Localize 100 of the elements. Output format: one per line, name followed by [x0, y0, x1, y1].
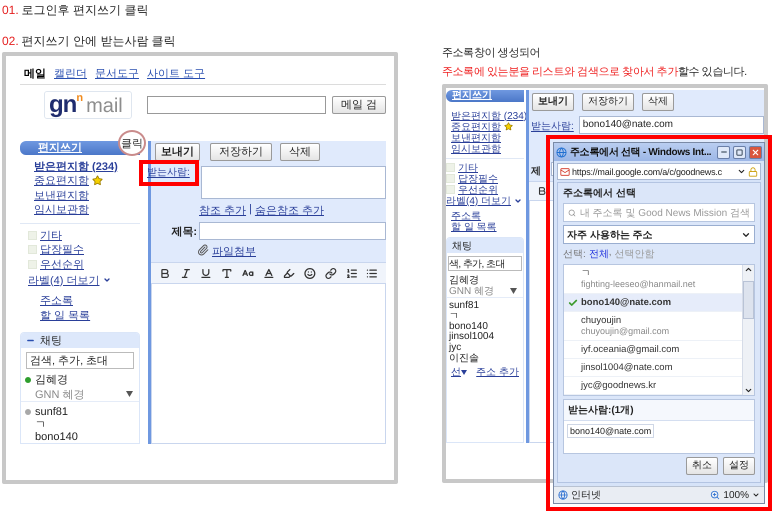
address-bar[interactable]: https://mail.google.com/a/c/goodnews.c [557, 163, 761, 180]
cc-link[interactable]: 참조 추가 [199, 203, 246, 218]
label-link[interactable]: 답장필수 [40, 242, 84, 258]
sidebar-link[interactable]: 주소록 [40, 293, 73, 308]
app-nav-link[interactable]: 사이트 도구 [147, 66, 206, 80]
font-icon[interactable] [221, 266, 233, 280]
toolbar-button[interactable]: 삭제 [280, 143, 320, 161]
close-icon [751, 148, 760, 156]
label-link[interactable]: 우선순위 [40, 256, 84, 272]
app-nav-link[interactable]: 문서도구 [95, 66, 139, 80]
scroll-down-icon[interactable] [744, 386, 753, 395]
label-link[interactable]: 답장필수 [458, 172, 498, 186]
window-title: 주소록에서 선택 - Windows Int... [570, 146, 712, 159]
app-nav-link[interactable]: 캘린더 [54, 66, 87, 80]
add-contact-link[interactable]: 주소 추가 [476, 365, 519, 379]
toolbar-button[interactable]: 저장하기 [210, 143, 272, 161]
chat-contact[interactable]: ㄱ [35, 416, 46, 432]
emoticon-icon[interactable] [304, 266, 316, 280]
dropdown-icon[interactable] [752, 491, 760, 499]
recipients-heading: 받는사람:(1개) [564, 400, 754, 421]
browser-icon [556, 146, 567, 158]
label-link[interactable]: 우선순위 [458, 182, 498, 196]
folder-link[interactable]: 중요편지함 [34, 173, 89, 188]
folder-link[interactable]: 임시보관함 [451, 142, 501, 156]
dialog-button[interactable]: 취소 [686, 457, 718, 475]
mail-search-field[interactable] [146, 96, 326, 114]
label-link[interactable]: 기타 [40, 228, 62, 243]
recipient-link[interactable]: 받는사람: [529, 117, 574, 133]
bcc-link[interactable]: 숨은참조 추가 [254, 203, 324, 218]
minimize-button[interactable] [717, 146, 730, 158]
recipient-field[interactable]: bono140@nate.com [578, 116, 764, 134]
maximize-icon [736, 148, 743, 156]
chat-user-name: 김혜경 [35, 373, 68, 388]
mail-search-button[interactable]: 메일 검 [332, 96, 386, 114]
toolbar-button[interactable]: 저장하기 [582, 93, 634, 111]
toolbar-button[interactable]: 삭제 [642, 93, 674, 111]
group-dropdown[interactable]: 자주 사용하는 주소 [563, 225, 755, 244]
mail-icon [560, 166, 570, 176]
chat-title: 채팅 [40, 334, 62, 348]
bullet-list-icon[interactable] [366, 266, 378, 280]
chat-contact[interactable]: ㄱ [449, 308, 459, 323]
folder-link[interactable]: 임시보관함 [34, 202, 89, 218]
separator-text: | [249, 203, 252, 217]
sidebar-link[interactable]: 할 일 목록 [451, 220, 497, 234]
folder-link[interactable]: 중요편지함 [451, 120, 501, 134]
more-labels-link[interactable]: 라벨(4) 더보기 [28, 272, 100, 288]
maximize-button[interactable] [733, 146, 746, 158]
caption-text: 주소록창이 생성되어 [442, 46, 542, 61]
step-instruction: 01. 로그인후 편지쓰기 클릭 [2, 3, 150, 17]
contact-row[interactable]: bono140@nate.com [564, 294, 742, 312]
close-button[interactable] [749, 146, 762, 158]
chat-contact[interactable]: jyc [449, 342, 462, 353]
dropdown-arrow-icon[interactable] [510, 288, 517, 294]
numbered-list-icon[interactable] [346, 266, 358, 280]
options-link[interactable]: 선 [451, 365, 461, 379]
dropdown-arrow-icon [461, 370, 467, 374]
underline-icon[interactable] [200, 266, 212, 280]
dropdown-icon[interactable] [737, 167, 746, 176]
text-color-icon[interactable] [262, 266, 274, 280]
app-nav-link[interactable]: 메일 [24, 66, 46, 80]
dropdown-icon [102, 276, 110, 284]
bold-icon[interactable] [537, 186, 547, 196]
chat-contact[interactable]: 이진솔 [449, 350, 479, 365]
chat-search-field[interactable]: 검색, 추가, 초대 [26, 352, 134, 370]
chat-contact[interactable]: sunf81 [35, 406, 68, 418]
chat-contact[interactable]: jinsol1004 [449, 331, 494, 342]
recipient-chip[interactable]: bono140@nate.com [567, 424, 654, 438]
italic-icon[interactable] [180, 266, 192, 280]
subject-field[interactable] [199, 222, 386, 240]
search-icon [568, 208, 576, 218]
folder-link[interactable]: 보낸편지함 [451, 130, 501, 144]
bold-icon[interactable] [159, 266, 171, 280]
label-swatch-icon [446, 163, 455, 172]
select-all-link[interactable]: 전체 [588, 247, 609, 261]
scroll-up-icon[interactable] [744, 265, 753, 274]
dialog-button[interactable]: 설정 [723, 457, 755, 475]
scrollbar[interactable] [742, 265, 754, 395]
check-icon [568, 298, 578, 308]
globe-icon [558, 490, 568, 500]
more-labels-link[interactable]: 라벨(4) 더보기 [446, 194, 511, 208]
chat-search-field[interactable]: 색, 추가, 초대 [448, 256, 522, 271]
folder-link[interactable]: 받은편지함 (234) [34, 158, 118, 174]
folder-link[interactable]: 받은편지함 (234) [451, 108, 528, 122]
folder-link[interactable]: 보낸편지함 [34, 188, 89, 203]
highlight-icon[interactable] [283, 266, 296, 280]
toolbar-button[interactable]: 보내기 [532, 93, 574, 111]
attach-link[interactable]: 파일첨부 [212, 244, 256, 259]
zoom-icon[interactable] [710, 490, 720, 500]
zoom-level[interactable]: 100% [723, 490, 749, 500]
separator-text: , [608, 247, 612, 260]
label-link[interactable]: 기타 [458, 160, 478, 174]
sidebar-link[interactable]: 주소록 [451, 208, 481, 222]
toolbar-button[interactable]: 보내기 [155, 143, 200, 161]
chat-contact[interactable]: bono140 [449, 320, 488, 332]
recipient-field[interactable] [201, 166, 386, 199]
dropdown-arrow-icon[interactable] [126, 391, 133, 398]
sidebar-link[interactable]: 할 일 목록 [40, 308, 90, 323]
chat-contact[interactable]: sunf81 [449, 300, 480, 311]
link-icon[interactable] [324, 266, 337, 280]
chat-contact[interactable]: bono140 [35, 430, 78, 443]
